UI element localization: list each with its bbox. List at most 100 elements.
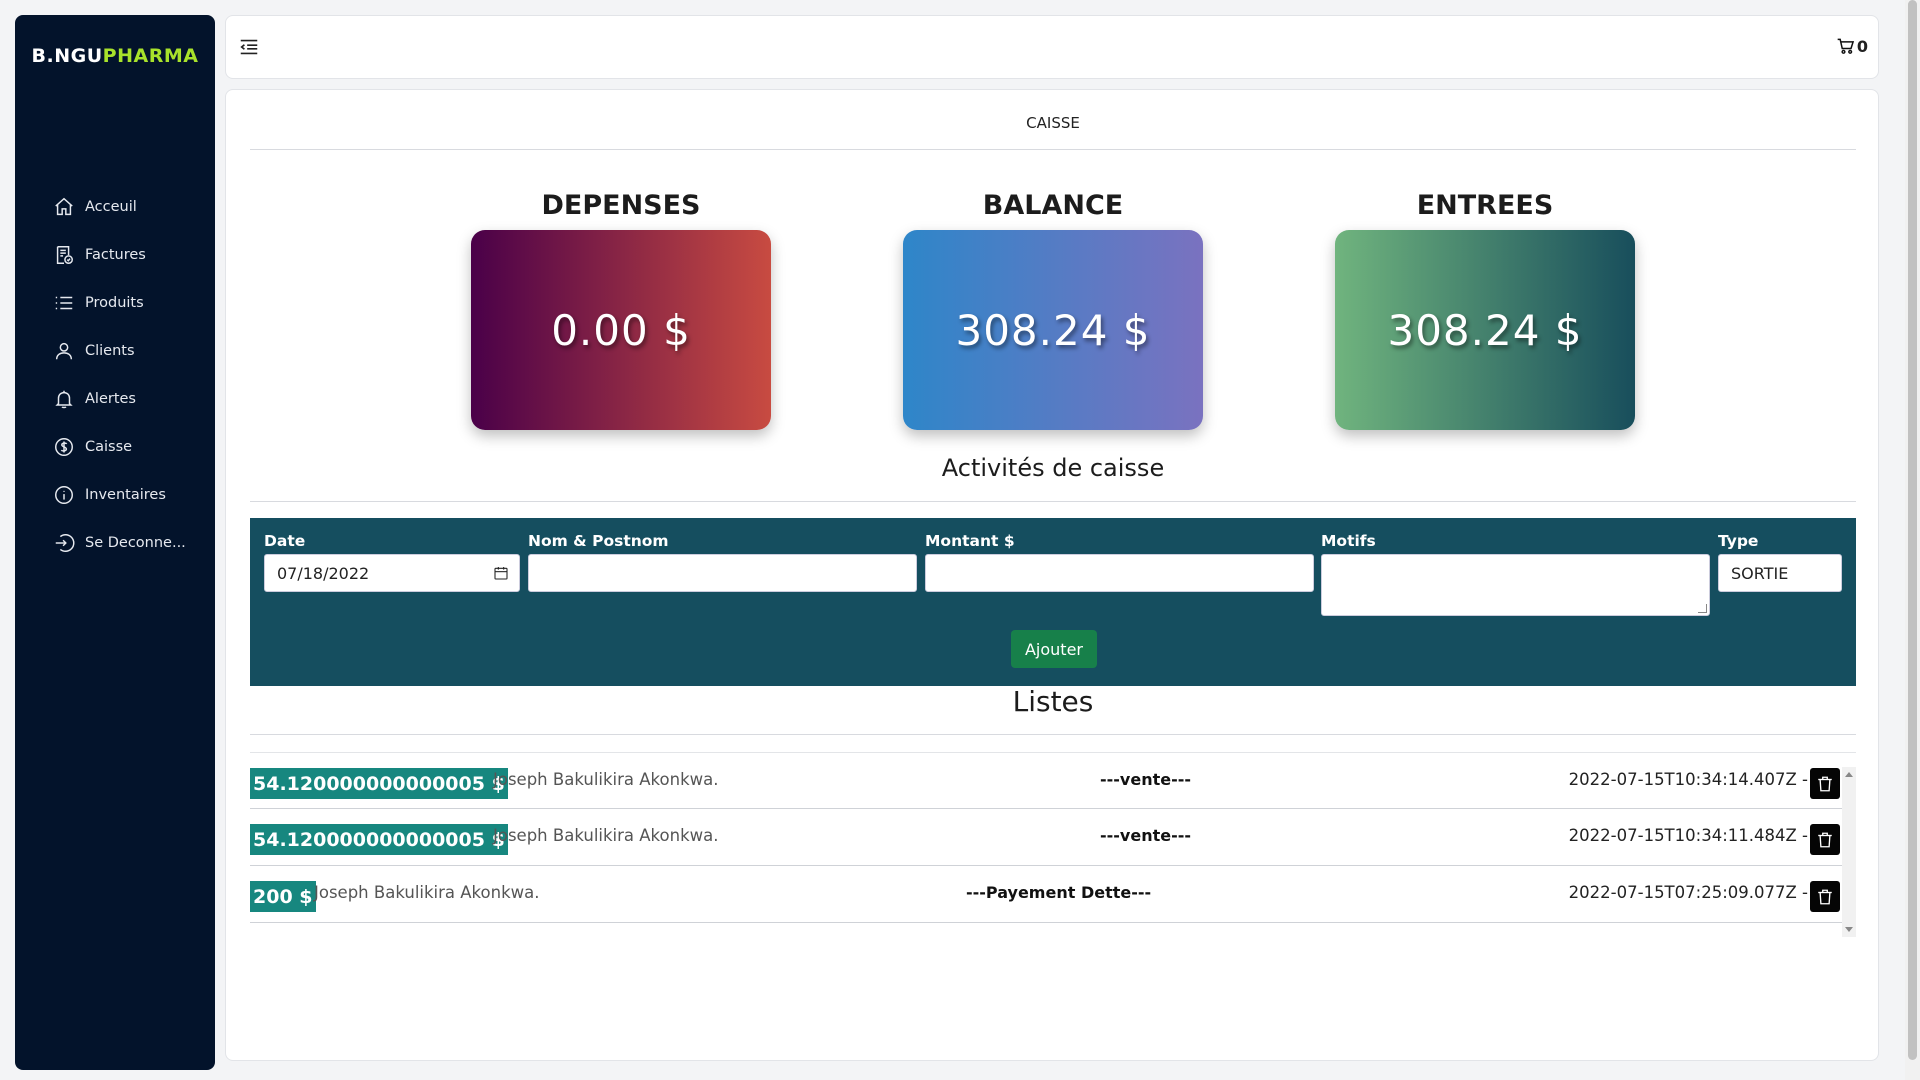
page-title: CAISSE <box>1026 114 1080 132</box>
name-field-group: Nom & Postnom <box>528 532 917 592</box>
scroll-up-arrow-icon[interactable] <box>1845 772 1853 777</box>
stat-depenses-value: 0.00 $ <box>551 305 691 355</box>
divider <box>250 734 1856 735</box>
stat-balance: BALANCE 308.24 $ <box>903 188 1203 430</box>
sidebar-item-label: Inventaires <box>85 487 166 503</box>
stat-balance-value: 308.24 $ <box>955 305 1151 355</box>
activity-list: 54.120000000000005 $ Joseph Bakulikira A… <box>250 752 1856 937</box>
date-input-value: 07/18/2022 <box>277 563 370 583</box>
sidebar-item-factures[interactable]: Factures <box>53 231 186 279</box>
stat-depenses-card: 0.00 $ <box>471 230 771 430</box>
sidebar-item-label: Acceuil <box>85 199 137 215</box>
sidebar-item-label: Factures <box>85 247 146 263</box>
add-activity-form: Date 07/18/2022 Nom & Postnom Montant $ … <box>250 518 1856 686</box>
trash-icon <box>1818 832 1832 847</box>
delete-button[interactable] <box>1810 881 1840 912</box>
sidebar-item-label: Se Deconne... <box>85 535 186 551</box>
date-label: Date <box>264 532 306 550</box>
sidebar: B.NGUPHARMA Acceuil Factures Produits Cl… <box>15 15 215 1070</box>
sidebar-item-alertes[interactable]: Alertes <box>53 375 186 423</box>
date-input[interactable]: 07/18/2022 <box>264 554 520 592</box>
sidebar-item-label: Alertes <box>85 391 136 407</box>
sidebar-item-inventaires[interactable]: Inventaires <box>53 471 186 519</box>
divider <box>250 501 1856 502</box>
user-icon <box>55 342 73 360</box>
activities-title: Activités de caisse <box>941 454 1165 482</box>
activity-date: 2022-07-15T07:25:09.077Z - <box>1568 883 1808 902</box>
client-name: Joseph Bakulikira Akonkwa. <box>493 826 719 845</box>
amount-field-group: Montant $ <box>925 532 1314 592</box>
topbar: 0 <box>225 15 1879 79</box>
stat-depenses-label: DEPENSES <box>541 190 701 221</box>
sidebar-nav: Acceuil Factures Produits Clients Alerte… <box>53 183 186 567</box>
menu-toggle-button[interactable] <box>238 36 262 60</box>
trash-icon <box>1818 889 1832 904</box>
sidebar-item-logout[interactable]: Se Deconne... <box>53 519 186 567</box>
motif-field-group: Motifs <box>1321 532 1710 616</box>
sidebar-item-label: Produits <box>85 295 144 311</box>
sidebar-item-label: Clients <box>85 343 135 359</box>
resize-handle[interactable] <box>1698 604 1707 613</box>
list-scrollbar[interactable] <box>1842 767 1856 937</box>
client-name: Joseph Bakulikira Akonkwa. <box>493 770 719 789</box>
dollar-circle-icon <box>55 438 73 456</box>
stat-balance-card: 308.24 $ <box>903 230 1203 430</box>
motif-text: ---vente--- <box>1100 770 1192 789</box>
trash-icon <box>1818 776 1832 791</box>
delete-button[interactable] <box>1810 768 1840 799</box>
activity-date: 2022-07-15T10:34:14.407Z - <box>1568 770 1808 789</box>
scroll-down-arrow-icon[interactable] <box>1845 927 1853 932</box>
name-input[interactable] <box>528 554 917 592</box>
sidebar-item-caisse[interactable]: Caisse <box>53 423 186 471</box>
cart-button[interactable]: 0 <box>1836 36 1868 56</box>
date-field-group: Date 07/18/2022 <box>264 532 520 592</box>
list-item: 54.120000000000005 $ Joseph Bakulikira A… <box>250 752 1856 809</box>
sidebar-item-acceuil[interactable]: Acceuil <box>53 183 186 231</box>
stat-depenses: DEPENSES 0.00 $ <box>471 188 771 430</box>
add-button[interactable]: Ajouter <box>1011 630 1097 668</box>
amount-badge: 54.120000000000005 $ <box>250 824 508 855</box>
list-icon <box>55 296 73 310</box>
sidebar-item-clients[interactable]: Clients <box>53 327 186 375</box>
brand-name-part1: B.NGU <box>31 45 103 67</box>
bell-icon <box>55 390 73 409</box>
name-label: Nom & Postnom <box>528 532 669 550</box>
amount-badge: 54.120000000000005 $ <box>250 768 508 799</box>
cart-icon <box>1837 38 1854 54</box>
menu-collapse-icon <box>240 39 258 55</box>
motif-text: ---vente--- <box>1100 826 1192 845</box>
list-item: 200 $ Joseph Bakulikira Akonkwa. ---Paye… <box>250 866 1856 923</box>
delete-button[interactable] <box>1810 824 1840 855</box>
type-field-group: Type SORTIE <box>1718 532 1842 592</box>
divider <box>250 149 1856 150</box>
info-circle-icon <box>55 486 73 504</box>
stat-entrees: ENTREES 308.24 $ <box>1335 188 1635 430</box>
stat-entrees-value: 308.24 $ <box>1387 305 1583 355</box>
motif-textarea[interactable] <box>1321 554 1710 616</box>
page-scrollbar-thumb[interactable] <box>1908 0 1917 1060</box>
calendar-icon[interactable] <box>493 565 509 581</box>
motif-text: ---Payement Dette--- <box>966 883 1152 902</box>
brand-logo[interactable]: B.NGUPHARMA <box>15 45 215 67</box>
page-scrollbar[interactable] <box>1905 0 1920 1080</box>
stat-balance-label: BALANCE <box>982 190 1124 221</box>
amount-badge: 200 $ <box>250 881 316 912</box>
amount-input[interactable] <box>925 554 1314 592</box>
amount-label: Montant $ <box>925 532 1015 550</box>
main-content: CAISSE DEPENSES 0.00 $ BALANCE 308.24 $ … <box>225 89 1879 1061</box>
activity-date: 2022-07-15T10:34:11.484Z - <box>1568 826 1808 845</box>
home-icon <box>55 197 73 216</box>
list-item: 54.120000000000005 $ Joseph Bakulikira A… <box>250 809 1856 866</box>
type-select[interactable]: SORTIE <box>1718 554 1842 592</box>
type-label: Type <box>1718 532 1759 550</box>
logout-icon <box>55 534 75 552</box>
motif-label: Motifs <box>1321 532 1376 550</box>
client-name: Joseph Bakulikira Akonkwa. <box>314 883 540 902</box>
receipt-icon <box>56 246 73 264</box>
list-title: Listes <box>1012 685 1094 718</box>
cart-count: 0 <box>1856 36 1868 56</box>
stat-entrees-card: 308.24 $ <box>1335 230 1635 430</box>
sidebar-item-produits[interactable]: Produits <box>53 279 186 327</box>
stat-entrees-label: ENTREES <box>1416 190 1554 221</box>
brand-name-part2: PHARMA <box>102 45 199 67</box>
